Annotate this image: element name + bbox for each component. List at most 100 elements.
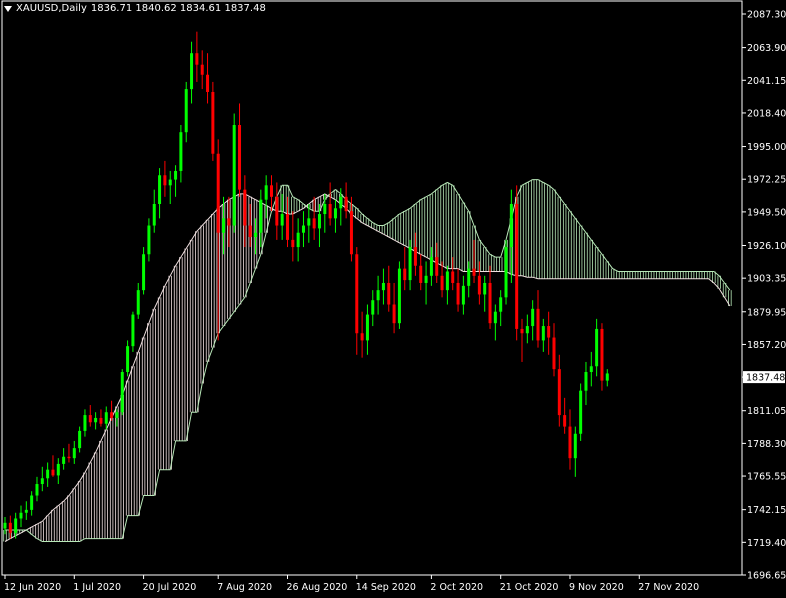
candle-body: [264, 185, 268, 200]
candle-body: [184, 89, 188, 133]
candle-body: [46, 469, 50, 479]
candle-body: [211, 91, 215, 154]
candle-body: [238, 125, 242, 190]
candle-body: [429, 257, 433, 276]
candle-body: [285, 214, 289, 240]
candle-body: [291, 239, 295, 248]
candle-body: [456, 282, 460, 305]
candle-body: [563, 415, 567, 427]
x-tick-label: 12 Jun 2020: [4, 582, 61, 593]
candle-body: [333, 208, 337, 219]
candle-body: [605, 373, 609, 381]
candle-body: [179, 132, 183, 171]
candle-body: [216, 153, 220, 233]
candle-body: [403, 268, 407, 281]
y-tick-label: 1811.05: [747, 406, 786, 417]
candle-body: [30, 495, 34, 510]
candle-body: [35, 484, 39, 496]
candle-body: [339, 196, 343, 209]
candle-body: [579, 390, 583, 434]
candle-body: [408, 247, 412, 281]
senkou-span-a: [4, 193, 731, 542]
candle-body: [419, 265, 423, 283]
candle-body: [104, 412, 108, 424]
candle-body: [131, 314, 135, 347]
candle-body: [525, 326, 529, 334]
candle-body: [531, 308, 535, 327]
candle-body: [600, 328, 604, 381]
candle-body: [126, 346, 130, 373]
y-tick-label: 2063.90: [747, 43, 786, 54]
senkou-span-b: [5, 179, 731, 542]
y-tick-label: 1788.30: [747, 439, 786, 450]
candle-body: [88, 415, 92, 423]
candle-body: [381, 282, 385, 291]
y-tick-label: 1903.35: [747, 274, 786, 285]
candle-body: [328, 203, 332, 219]
y-tick-label: 1696.65: [747, 571, 786, 582]
x-tick-label: 7 Aug 2020: [217, 582, 272, 593]
candle-body: [72, 448, 76, 459]
candle-body: [344, 196, 348, 212]
candle-body: [520, 328, 524, 334]
candle-body: [259, 199, 263, 233]
candle-body: [589, 366, 593, 373]
candle-body: [24, 509, 28, 513]
candle-body: [536, 308, 540, 341]
candle-body: [435, 257, 439, 276]
y-tick-label: 1926.10: [747, 241, 786, 252]
candle-body: [349, 211, 353, 255]
candle-body: [83, 415, 87, 431]
candle-body: [248, 225, 252, 238]
candle-body: [142, 254, 146, 291]
candle-body: [541, 326, 545, 341]
candle-body: [51, 469, 55, 476]
candle-body: [254, 232, 258, 238]
current-price-label: 1837.48: [746, 373, 785, 384]
candle-body: [136, 290, 140, 315]
candle-body: [584, 372, 588, 391]
candle-body: [190, 53, 194, 90]
y-tick-label: 1995.00: [747, 142, 786, 153]
candle-body: [557, 369, 561, 416]
candle-body: [312, 218, 316, 229]
y-tick-label: 2087.30: [747, 10, 786, 21]
x-tick-label: 26 Aug 2020: [286, 582, 347, 593]
candle-body: [168, 179, 172, 186]
candle-body: [232, 125, 236, 226]
candle-body: [317, 214, 321, 229]
candle-body: [163, 175, 167, 186]
candle-body: [110, 412, 114, 418]
candle-body: [451, 271, 455, 283]
candle-body: [493, 311, 497, 324]
candle-body: [115, 412, 119, 418]
candle-body: [472, 268, 476, 276]
candle-body: [56, 463, 60, 476]
y-tick-label: 2018.40: [747, 108, 786, 119]
candle-body: [296, 232, 300, 248]
candle-body: [595, 328, 599, 367]
y-tick-label: 1972.25: [747, 175, 786, 186]
candle-body: [152, 203, 156, 226]
candle-body: [222, 218, 226, 233]
candle-body: [78, 430, 82, 449]
candle-body: [275, 196, 279, 226]
candle-body: [280, 214, 284, 226]
candle-body: [360, 333, 364, 341]
candle-body: [371, 300, 375, 315]
candle-body: [397, 268, 401, 324]
x-tick-label: 21 Oct 2020: [500, 582, 559, 593]
y-tick-label: 2041.15: [747, 76, 786, 87]
candle-body: [488, 282, 492, 324]
price-chart[interactable]: 2087.30 2063.90 2041.15 2018.40 1995.00 1972.…: [0, 0, 786, 598]
y-tick-label: 1765.55: [747, 472, 786, 483]
candle-body: [67, 456, 71, 459]
candle-body: [440, 275, 444, 291]
candle-body: [307, 218, 311, 226]
candle-body: [8, 522, 12, 533]
x-tick-label: 1 Jul 2020: [73, 582, 121, 593]
candle-body: [355, 254, 359, 334]
candle-body: [387, 282, 391, 305]
x-tick-label: 20 Jul 2020: [143, 582, 197, 593]
candle-body: [499, 297, 503, 312]
